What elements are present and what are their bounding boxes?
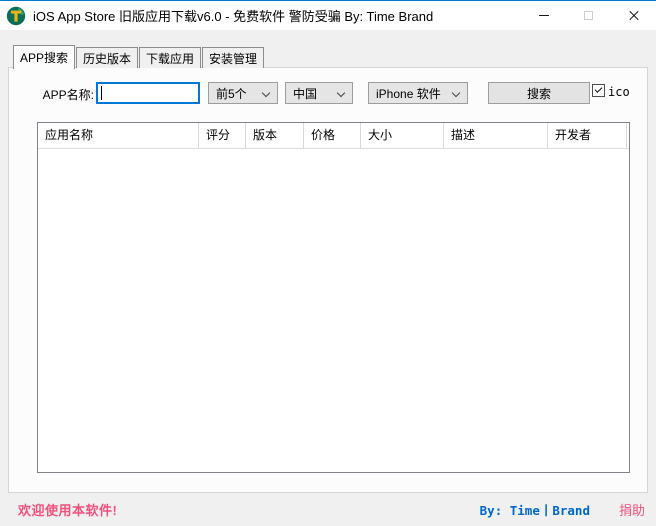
author-byline: By: Time丨Brand: [480, 500, 590, 519]
text-caret: [101, 86, 102, 100]
maximize-button: [566, 1, 611, 30]
window-accent-border: [0, 0, 656, 1]
titlebar[interactable]: iOS App Store 旧版应用下载v6.0 - 免费软件 警防受骗 By:…: [0, 1, 656, 30]
platform-value: iPhone 软件: [376, 85, 441, 102]
result-count-value: 前5个: [216, 85, 247, 102]
app-search-panel: APP名称: 前5个 中国 iPhone 软件 搜索 ico 应用名称 评分: [8, 67, 648, 493]
close-icon: [628, 10, 640, 22]
app-name-input[interactable]: [96, 82, 200, 104]
minimize-icon: [539, 15, 549, 16]
ico-checkbox[interactable]: [592, 84, 605, 97]
ico-checkbox-label[interactable]: ico: [608, 85, 630, 99]
maximize-icon: [584, 11, 593, 20]
region-select[interactable]: 中国: [285, 82, 353, 104]
col-header-filler: [627, 123, 630, 148]
donate-link[interactable]: 捐助: [619, 500, 645, 519]
chevron-down-icon: [337, 89, 345, 97]
chevron-down-icon: [262, 89, 270, 97]
tab-install-manage[interactable]: 安装管理: [202, 47, 264, 68]
tab-history-versions[interactable]: 历史版本: [76, 47, 138, 68]
col-header-developer[interactable]: 开发者: [548, 123, 627, 148]
col-header-desc[interactable]: 描述: [444, 123, 548, 148]
result-count-select[interactable]: 前5个: [208, 82, 278, 104]
checkmark-icon: [595, 85, 603, 93]
tab-download-apps[interactable]: 下载应用: [139, 47, 201, 68]
window-title: iOS App Store 旧版应用下载v6.0 - 免费软件 警防受骗 By:…: [33, 6, 433, 25]
search-button[interactable]: 搜索: [488, 82, 590, 104]
results-table[interactable]: 应用名称 评分 版本 价格 大小 描述 开发者: [37, 122, 630, 473]
app-name-label: APP名称:: [37, 86, 94, 103]
results-table-body: [38, 149, 629, 473]
status-bar: 欢迎使用本软件! By: Time丨Brand 捐助: [0, 493, 656, 526]
tab-app-search[interactable]: APP搜索: [13, 45, 75, 69]
window-controls: [521, 1, 656, 30]
results-table-header: 应用名称 评分 版本 价格 大小 描述 开发者: [38, 123, 629, 149]
col-header-price[interactable]: 价格: [304, 123, 361, 148]
chevron-down-icon: [452, 89, 460, 97]
welcome-status-text: 欢迎使用本软件!: [18, 500, 117, 519]
close-button[interactable]: [611, 1, 656, 30]
col-header-size[interactable]: 大小: [361, 123, 444, 148]
col-header-version[interactable]: 版本: [246, 123, 304, 148]
app-window: iOS App Store 旧版应用下载v6.0 - 免费软件 警防受骗 By:…: [0, 0, 656, 526]
col-header-app-name[interactable]: 应用名称: [38, 123, 199, 148]
platform-select[interactable]: iPhone 软件: [368, 82, 468, 104]
minimize-button[interactable]: [521, 1, 566, 30]
region-value: 中国: [293, 85, 317, 102]
tab-strip: APP搜索 历史版本 下载应用 安装管理: [13, 47, 265, 68]
col-header-rating[interactable]: 评分: [199, 123, 246, 148]
time-brand-logo-icon: [6, 6, 26, 26]
